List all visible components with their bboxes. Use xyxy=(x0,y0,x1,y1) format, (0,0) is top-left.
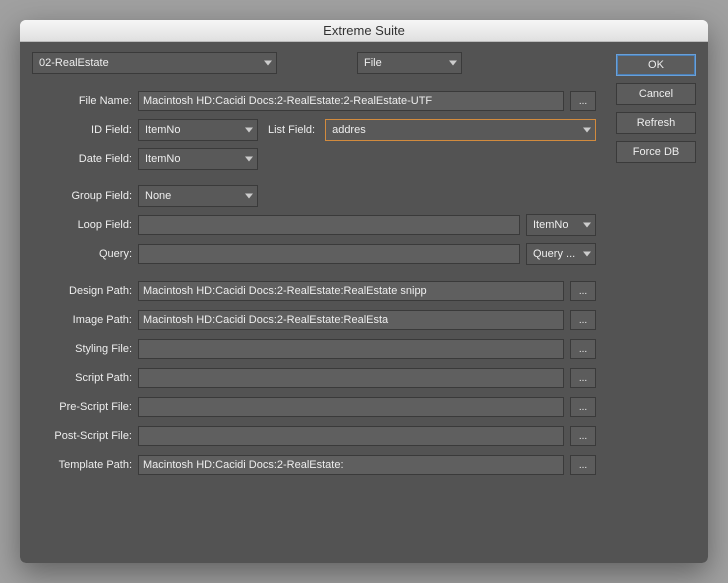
label-loopfield: Loop Field: xyxy=(32,219,132,231)
refresh-button[interactable]: Refresh xyxy=(616,112,696,134)
loopfield-input[interactable] xyxy=(138,215,520,235)
designpath-browse-button[interactable]: ... xyxy=(570,281,596,301)
label-stylingfile: Styling File: xyxy=(32,343,132,355)
imagepath-input[interactable]: Macintosh HD:Cacidi Docs:2-RealEstate:Re… xyxy=(138,310,564,330)
chevron-down-icon xyxy=(583,128,591,133)
top-row: 02-RealEstate File xyxy=(32,52,606,74)
label-scriptpath: Script Path: xyxy=(32,372,132,384)
mode-dropdown[interactable]: File xyxy=(357,52,462,74)
label-groupfield: Group Field: xyxy=(32,190,132,202)
scriptpath-browse-button[interactable]: ... xyxy=(570,368,596,388)
chevron-down-icon xyxy=(583,223,591,228)
label-prescript: Pre-Script File: xyxy=(32,401,132,413)
main-panel: 02-RealEstate File File Name: Macintosh … xyxy=(32,52,606,551)
dialog-window: Extreme Suite 02-RealEstate File File Na… xyxy=(20,20,708,563)
label-filename: File Name: xyxy=(32,95,132,107)
chevron-down-icon xyxy=(583,252,591,257)
chevron-down-icon xyxy=(245,128,253,133)
designpath-input[interactable]: Macintosh HD:Cacidi Docs:2-RealEstate:Re… xyxy=(138,281,564,301)
label-postscript: Post-Script File: xyxy=(32,430,132,442)
window-title: Extreme Suite xyxy=(323,23,405,38)
chevron-down-icon xyxy=(245,157,253,162)
imagepath-browse-button[interactable]: ... xyxy=(570,310,596,330)
label-designpath: Design Path: xyxy=(32,285,132,297)
preset-dropdown[interactable]: 02-RealEstate xyxy=(32,52,277,74)
content-area: 02-RealEstate File File Name: Macintosh … xyxy=(20,42,708,563)
forcedb-button[interactable]: Force DB xyxy=(616,141,696,163)
postscript-input[interactable] xyxy=(138,426,564,446)
groupfield-dropdown[interactable]: None xyxy=(138,185,258,207)
loopfield-dropdown[interactable]: ItemNo xyxy=(526,214,596,236)
label-query: Query: xyxy=(32,248,132,260)
ok-button[interactable]: OK xyxy=(616,54,696,76)
templatepath-browse-button[interactable]: ... xyxy=(570,455,596,475)
chevron-down-icon xyxy=(264,61,272,66)
stylingfile-input[interactable] xyxy=(138,339,564,359)
preset-value: 02-RealEstate xyxy=(39,57,109,69)
label-idfield: ID Field: xyxy=(32,124,132,136)
query-dropdown[interactable]: Query ... xyxy=(526,243,596,265)
idfield-dropdown[interactable]: ItemNo xyxy=(138,119,258,141)
scriptpath-input[interactable] xyxy=(138,368,564,388)
listfield-dropdown[interactable]: addres xyxy=(325,119,596,141)
cancel-button[interactable]: Cancel xyxy=(616,83,696,105)
query-input[interactable] xyxy=(138,244,520,264)
side-panel: OK Cancel Refresh Force DB xyxy=(616,52,696,551)
label-datefield: Date Field: xyxy=(32,153,132,165)
label-templatepath: Template Path: xyxy=(32,459,132,471)
prescript-input[interactable] xyxy=(138,397,564,417)
mode-value: File xyxy=(364,57,382,69)
templatepath-input[interactable]: Macintosh HD:Cacidi Docs:2-RealEstate: xyxy=(138,455,564,475)
titlebar: Extreme Suite xyxy=(20,20,708,42)
datefield-dropdown[interactable]: ItemNo xyxy=(138,148,258,170)
label-listfield: List Field: xyxy=(264,124,319,136)
filename-input[interactable]: Macintosh HD:Cacidi Docs:2-RealEstate:2-… xyxy=(138,91,564,111)
label-imagepath: Image Path: xyxy=(32,314,132,326)
postscript-browse-button[interactable]: ... xyxy=(570,426,596,446)
chevron-down-icon xyxy=(245,194,253,199)
chevron-down-icon xyxy=(449,61,457,66)
filename-browse-button[interactable]: ... xyxy=(570,91,596,111)
prescript-browse-button[interactable]: ... xyxy=(570,397,596,417)
stylingfile-browse-button[interactable]: ... xyxy=(570,339,596,359)
form-area: File Name: Macintosh HD:Cacidi Docs:2-Re… xyxy=(32,84,606,551)
